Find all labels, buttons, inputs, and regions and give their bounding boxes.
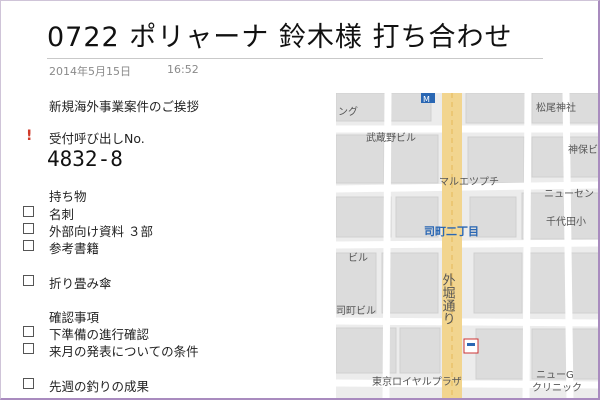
map-label: 司町ビル (336, 305, 376, 317)
note-date: 2014年5月15日 (49, 65, 131, 78)
svg-text:M: M (423, 95, 430, 104)
last-item[interactable]: 先週の釣りの成果 (49, 376, 149, 395)
map-label: 神保ビ (568, 143, 598, 156)
map-label: ニューG (536, 370, 574, 381)
map-label: マルエツプチ (439, 176, 499, 188)
map-label: 武蔵野ビル (366, 131, 416, 144)
map-label: ビル (348, 252, 368, 264)
checkbox-icon[interactable] (23, 223, 34, 234)
map-image[interactable]: M ング 武蔵野ビル 松尾神社 神保ビ マルエツプチ ニューセン 千代田小 司町… (336, 93, 598, 398)
note-title[interactable]: 0722 ポリャーナ 鈴木様 打ち合わせ (47, 15, 512, 54)
map-area-label: 司町二丁目 (424, 225, 479, 238)
note-window: 0722 ポリャーナ 鈴木様 打ち合わせ 2014年5月15日 16:52 新規… (0, 0, 600, 400)
map-label: 千代田小 (546, 216, 586, 228)
exclamation-icon: ! (26, 128, 33, 144)
map-label: 東京ロイヤルプラザ (372, 375, 462, 388)
confirm-item[interactable]: 来月の発表についての条件 (49, 341, 199, 360)
checkbox-icon[interactable] (23, 343, 34, 354)
map-road-label: 外堀通り (440, 273, 456, 325)
map-canvas: M ング 武蔵野ビル 松尾神社 神保ビ マルエツプチ ニューセン 千代田小 司町… (336, 93, 598, 398)
belongings-item[interactable]: 参考書籍 (49, 238, 99, 257)
umbrella-item[interactable]: 折り畳み傘 (49, 273, 112, 292)
reception-number[interactable]: 4832-8 (47, 147, 123, 171)
checkbox-icon[interactable] (23, 275, 34, 286)
note-time: 16:52 (167, 63, 199, 76)
checkbox-icon[interactable] (23, 378, 34, 389)
map-label: ング (338, 105, 358, 118)
checkbox-icon[interactable] (23, 240, 34, 251)
map-label: クリニック (532, 382, 582, 394)
checkbox-icon[interactable] (23, 206, 34, 217)
reception-label[interactable]: 受付呼び出しNo. (49, 128, 145, 147)
map-label: ニューセン (544, 188, 594, 200)
title-divider (47, 58, 543, 59)
belongings-heading[interactable]: 持ち物 (49, 186, 87, 205)
checkbox-icon[interactable] (23, 326, 34, 337)
subject-line[interactable]: 新規海外事業案件のご挨拶 (49, 96, 199, 115)
map-label: 松尾神社 (536, 101, 576, 114)
